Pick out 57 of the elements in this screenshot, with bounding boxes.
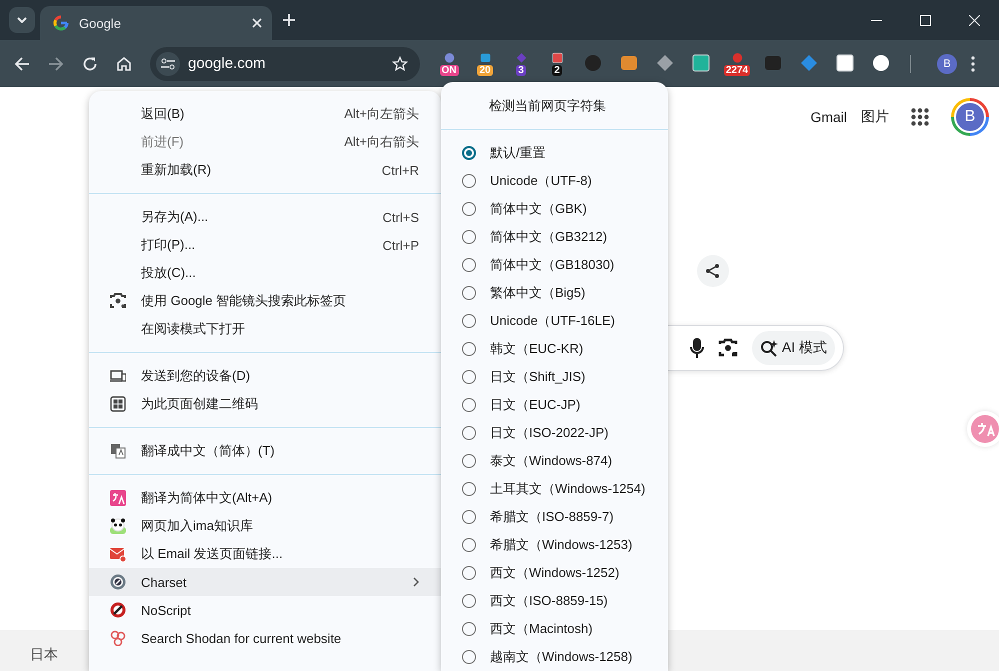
menu-item[interactable]: 翻译成中文（简体）(T): [89, 437, 441, 465]
tab-title: Google: [79, 16, 122, 30]
menu-item[interactable]: 投放(C)...: [89, 259, 441, 287]
charset-option[interactable]: 日文（Shift_JIS): [441, 363, 668, 391]
charset-option[interactable]: 西文（Windows-1252): [441, 559, 668, 587]
browser-tab[interactable]: Google: [40, 6, 272, 40]
menu-item[interactable]: 为此页面创建二维码: [89, 390, 441, 418]
menu-item[interactable]: 返回(B) Alt+向左箭头: [89, 100, 441, 128]
menu-heading[interactable]: 检测当前网页字符集: [441, 82, 668, 129]
charset-option[interactable]: Unicode（UTF-8): [441, 167, 668, 195]
charset-option[interactable]: 西文（Macintosh): [441, 615, 668, 643]
charset-option[interactable]: 繁体中文（Big5): [441, 279, 668, 307]
menu-item[interactable]: 以 Email 发送页面链接...: [89, 540, 441, 568]
charset-option[interactable]: 西文（ISO-8859-15): [441, 587, 668, 615]
charset-option[interactable]: 日文（EUC-JP): [441, 391, 668, 419]
shortcut-label: Ctrl+R: [382, 162, 419, 178]
charset-option[interactable]: 泰文（Windows-874): [441, 447, 668, 475]
extension-badge: 20: [477, 64, 493, 76]
extension-badge: 2274: [724, 64, 750, 76]
charset-option[interactable]: 希腊文（Windows-1253): [441, 531, 668, 559]
profile-avatar[interactable]: B: [937, 54, 957, 74]
shortcut-label: Ctrl+P: [382, 238, 419, 252]
menu-item[interactable]: NoScript: [89, 596, 441, 624]
menu-item[interactable]: Search Shodan for current website: [89, 624, 441, 652]
charset-option[interactable]: 希腊文（ISO-8859-7): [441, 503, 668, 531]
menu-item[interactable]: 发送到您的设备(D): [89, 362, 441, 390]
url-text: google.com: [188, 55, 267, 72]
header-link[interactable]: 图片: [861, 108, 889, 126]
ai-mode-button[interactable]: AI 模式: [752, 331, 835, 365]
charset-option[interactable]: 默认/重置: [441, 139, 668, 167]
search-box[interactable]: AI 模式: [668, 325, 844, 371]
shortcut-label: Ctrl+S: [382, 210, 419, 224]
charset-option[interactable]: 简体中文（GB18030): [441, 251, 668, 279]
address-bar[interactable]: google.com: [150, 46, 420, 80]
country-label: 日本: [30, 646, 58, 664]
menu-item[interactable]: 打印(P)... Ctrl+P: [89, 231, 441, 259]
menu-item[interactable]: 使用 Google 智能镜头搜索此标签页: [89, 287, 441, 315]
menu-item[interactable]: Charset: [89, 568, 441, 596]
charset-option[interactable]: 简体中文（GB3212): [441, 223, 668, 251]
menu-item[interactable]: 在阅读模式下打开: [89, 315, 441, 343]
charset-option[interactable]: 简体中文（GBK): [441, 195, 668, 223]
extension-badge: 3: [516, 64, 526, 76]
extension-badge: ON: [440, 64, 458, 76]
menu-item[interactable]: 翻译为简体中文(Alt+A): [89, 484, 441, 512]
account-avatar[interactable]: B: [951, 98, 989, 136]
charset-option[interactable]: Unicode（UTF-16LE): [441, 307, 668, 335]
charset-option[interactable]: 日文（ISO-2022-JP): [441, 419, 668, 447]
extension-badge: 2: [552, 64, 562, 76]
charset-option[interactable]: 土耳其文（Windows-1254): [441, 475, 668, 503]
menu-item[interactable]: 网页加入ima知识库: [89, 512, 441, 540]
shortcut-label: Alt+向左箭头: [344, 105, 419, 123]
charset-option[interactable]: 越南文（Windows-1258): [441, 643, 668, 671]
menu-item[interactable]: 另存为(A)... Ctrl+S: [89, 203, 441, 231]
header-link[interactable]: Gmail: [810, 109, 847, 125]
menu-item[interactable]: 重新加载(R) Ctrl+R: [89, 156, 441, 184]
charset-option[interactable]: 韩文（EUC-KR): [441, 335, 668, 363]
shortcut-label: Alt+向右箭头: [344, 133, 419, 151]
